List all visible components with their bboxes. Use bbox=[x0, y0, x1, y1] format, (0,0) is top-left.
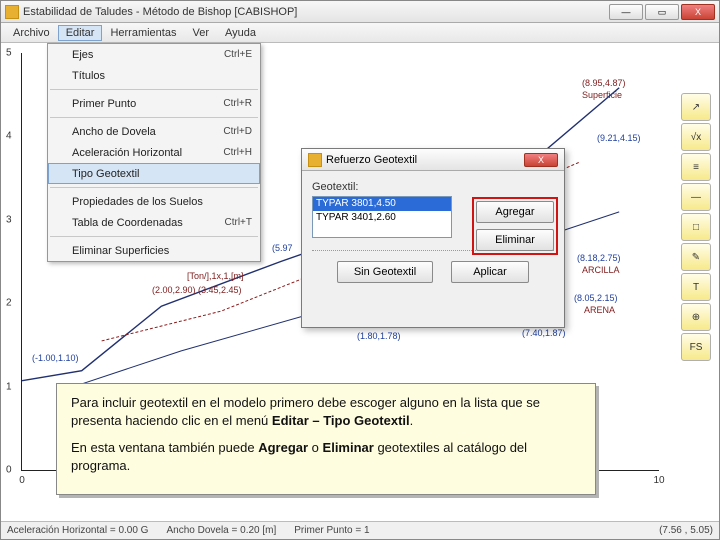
menu-separator bbox=[50, 89, 258, 90]
menuitem-ancho-dovela[interactable]: Ancho de DovelaCtrl+D bbox=[48, 121, 260, 142]
data-label: (9.21,4.15) bbox=[597, 133, 641, 143]
status-primer-punto: Primer Punto = 1 bbox=[294, 525, 369, 536]
agregar-button[interactable]: Agregar bbox=[476, 201, 554, 223]
app-icon bbox=[5, 5, 19, 19]
data-label: (5.97 bbox=[272, 243, 293, 253]
data-label: (8.95,4.87) bbox=[582, 78, 626, 88]
geotextil-label: Geotextil: bbox=[312, 181, 554, 193]
window-title: Estabilidad de Taludes - Método de Bisho… bbox=[23, 6, 607, 18]
dialog-body: Geotextil: TYPAR 3801,4.50 TYPAR 3401,2.… bbox=[302, 171, 564, 299]
ytick: 2 bbox=[6, 298, 12, 309]
ytick: 5 bbox=[6, 48, 12, 59]
tool-4[interactable]: — bbox=[681, 183, 711, 211]
data-label: Superficie bbox=[582, 90, 622, 100]
menu-ayuda[interactable]: Ayuda bbox=[217, 25, 264, 41]
help-note: Para incluir geotextil en el modelo prim… bbox=[56, 383, 596, 495]
minimize-button[interactable]: — bbox=[609, 4, 643, 20]
tool-5[interactable]: □ bbox=[681, 213, 711, 241]
data-label: (2.00,2.90) (3.45,2.45) bbox=[152, 285, 242, 295]
menuitem-ejes[interactable]: EjesCtrl+E bbox=[48, 44, 260, 65]
tool-3[interactable]: ≡ bbox=[681, 153, 711, 181]
dialog-close-button[interactable]: X bbox=[524, 153, 558, 167]
sin-geotextil-button[interactable]: Sin Geotextil bbox=[337, 261, 433, 283]
tool-6[interactable]: ✎ bbox=[681, 243, 711, 271]
menuitem-tipo-geotextil[interactable]: Tipo Geotextil bbox=[48, 163, 260, 184]
menubar: Archivo Editar Herramientas Ver Ayuda bbox=[1, 23, 719, 43]
dialog-bottom-row: Sin Geotextil Aplicar bbox=[312, 261, 554, 289]
statusbar: Aceleración Horizontal = 0.00 G Ancho Do… bbox=[1, 521, 719, 539]
menu-ver[interactable]: Ver bbox=[184, 25, 217, 41]
menu-archivo[interactable]: Archivo bbox=[5, 25, 58, 41]
status-coords: (7.56 , 5.05) bbox=[659, 525, 713, 536]
xtick: 0 bbox=[19, 475, 25, 486]
tool-8[interactable]: ⊕ bbox=[681, 303, 711, 331]
data-label: [Ton/],1x,1,[m] bbox=[187, 271, 244, 281]
tool-2[interactable]: √x bbox=[681, 123, 711, 151]
menu-separator bbox=[50, 236, 258, 237]
geotextil-listbox[interactable]: TYPAR 3801,4.50 TYPAR 3401,2.60 bbox=[312, 196, 452, 238]
close-button[interactable]: X bbox=[681, 4, 715, 20]
menu-separator bbox=[50, 117, 258, 118]
status-accel: Aceleración Horizontal = 0.00 G bbox=[7, 525, 148, 536]
tool-7[interactable]: T bbox=[681, 273, 711, 301]
data-label: (8.05,2.15) bbox=[574, 293, 618, 303]
geotextil-option[interactable]: TYPAR 3801,4.50 bbox=[313, 197, 451, 211]
menu-separator bbox=[50, 187, 258, 188]
maximize-button[interactable]: ▭ bbox=[645, 4, 679, 20]
tool-1[interactable]: ↗ bbox=[681, 93, 711, 121]
tool-fs[interactable]: FS bbox=[681, 333, 711, 361]
dialog-titlebar: Refuerzo Geotextil X bbox=[302, 149, 564, 171]
xtick: 10 bbox=[653, 475, 664, 486]
tool-sidebar: ↗ √x ≡ — □ ✎ T ⊕ FS bbox=[681, 93, 715, 361]
menuitem-propiedades-suelos[interactable]: Propiedades de los Suelos bbox=[48, 191, 260, 212]
dialog-icon bbox=[308, 153, 322, 167]
ytick: 4 bbox=[6, 131, 12, 142]
data-label: ARCILLA bbox=[582, 265, 620, 275]
geotextil-dialog: Refuerzo Geotextil X Geotextil: TYPAR 38… bbox=[301, 148, 565, 328]
menu-herramientas[interactable]: Herramientas bbox=[102, 25, 184, 41]
data-label: (7.40,1.87) bbox=[522, 328, 566, 338]
editar-dropdown: EjesCtrl+E Títulos Primer PuntoCtrl+R An… bbox=[47, 43, 261, 262]
aplicar-button[interactable]: Aplicar bbox=[451, 261, 529, 283]
menuitem-primer-punto[interactable]: Primer PuntoCtrl+R bbox=[48, 93, 260, 114]
content-area: EjesCtrl+E Títulos Primer PuntoCtrl+R An… bbox=[1, 43, 719, 521]
dialog-title: Refuerzo Geotextil bbox=[326, 154, 417, 166]
status-dovela: Ancho Dovela = 0.20 [m] bbox=[166, 525, 276, 536]
ytick: 0 bbox=[6, 465, 12, 476]
menuitem-aceleracion[interactable]: Aceleración HorizontalCtrl+H bbox=[48, 142, 260, 163]
app-window: Estabilidad de Taludes - Método de Bisho… bbox=[0, 0, 720, 540]
ytick: 3 bbox=[6, 214, 12, 225]
note-paragraph-1: Para incluir geotextil en el modelo prim… bbox=[71, 394, 581, 429]
eliminar-button[interactable]: Eliminar bbox=[476, 229, 554, 251]
menu-editar[interactable]: Editar bbox=[58, 25, 103, 41]
menuitem-tabla-coordenadas[interactable]: Tabla de CoordenadasCtrl+T bbox=[48, 212, 260, 233]
data-label: (8.18,2.75) bbox=[577, 253, 621, 263]
data-label: ARENA bbox=[584, 305, 615, 315]
menuitem-eliminar-superficies[interactable]: Eliminar Superficies bbox=[48, 240, 260, 261]
titlebar: Estabilidad de Taludes - Método de Bisho… bbox=[1, 1, 719, 23]
note-paragraph-2: En esta ventana también puede Agregar o … bbox=[71, 439, 581, 474]
geotextil-option[interactable]: TYPAR 3401,2.60 bbox=[313, 211, 451, 225]
dialog-button-column: Agregar Eliminar bbox=[476, 201, 554, 257]
data-label: (-1.00,1.10) bbox=[32, 353, 79, 363]
ytick: 1 bbox=[6, 381, 12, 392]
data-label: (1.80,1.78) bbox=[357, 331, 401, 341]
menuitem-titulos[interactable]: Títulos bbox=[48, 65, 260, 86]
